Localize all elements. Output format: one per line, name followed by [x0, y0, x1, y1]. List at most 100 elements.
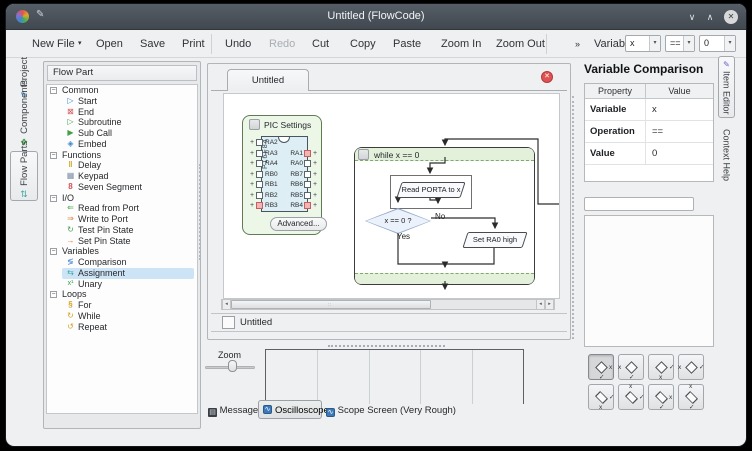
maximize-button[interactable]: ∧ — [702, 9, 718, 25]
chevron-down-icon[interactable]: ▾ — [724, 36, 735, 51]
pin-rb3[interactable] — [256, 202, 263, 209]
toolbar-overflow-icon[interactable]: » — [575, 36, 580, 52]
vertical-splitter[interactable] — [572, 96, 574, 339]
decision-layout-button-2[interactable]: x ✓ — [618, 354, 644, 380]
zoom-in-button[interactable]: Zoom In — [441, 36, 481, 52]
redo-button[interactable]: Redo — [269, 36, 295, 52]
tree-item-while[interactable]: ↻While — [47, 311, 197, 322]
advanced-button[interactable]: Advanced... — [270, 217, 327, 231]
zoom-slider-thumb[interactable] — [228, 360, 237, 372]
decision-layout-button-4[interactable]: x ✓ — [678, 354, 704, 380]
collapse-button[interactable] — [249, 119, 260, 130]
collapse-icon[interactable]: − — [50, 152, 57, 159]
print-button[interactable]: Print — [182, 36, 205, 52]
collapse-icon[interactable]: − — [50, 195, 57, 202]
decision-layout-button-6[interactable]: x ✓ — [618, 384, 644, 410]
tree-group-loops[interactable]: −Loops — [47, 289, 197, 300]
save-button[interactable]: Save — [140, 36, 165, 52]
document-tab[interactable]: Untitled (FlowCode) — [227, 69, 309, 91]
decision-node[interactable]: x == 0 ? — [365, 208, 431, 234]
scroll-left-icon[interactable]: ◂ — [536, 300, 545, 309]
collapse-button[interactable] — [358, 149, 369, 160]
pin-ra3[interactable] — [256, 150, 263, 157]
pin-ra4[interactable] — [256, 160, 263, 167]
title-bar[interactable]: ✎ Untitled (FlowCode) ∨ ∧ ✕ — [6, 4, 746, 30]
vertical-splitter[interactable] — [199, 164, 201, 260]
set-ra0-node[interactable]: Set RA0 high — [465, 232, 525, 248]
tab-context-help[interactable]: Context Help — [718, 129, 735, 184]
tab-scope-screen[interactable]: ∿ Scope Screen (Very Rough) — [326, 405, 456, 417]
tab-close-icon[interactable]: ✕ — [541, 71, 553, 83]
tree-item-end[interactable]: ⊠End — [47, 107, 197, 118]
tree-item-read-from-port[interactable]: ⇐Read from Port — [47, 203, 197, 214]
decision-layout-button-1[interactable]: x ✓ — [588, 354, 614, 380]
property-value[interactable]: 0 — [646, 143, 713, 164]
tree-item-repeat[interactable]: ↺Repeat — [47, 322, 197, 333]
decision-layout-button-5[interactable]: x ✓ — [588, 384, 614, 410]
tree-item-subroutine[interactable]: ▷Subroutine — [47, 117, 197, 128]
decision-layout-button-3[interactable]: x ✓ — [648, 354, 674, 380]
pic-settings-box[interactable]: PIC Settings P16F84 +RA2 +RA3 +RA4 +RB0 … — [242, 115, 322, 235]
property-value[interactable]: x — [646, 99, 713, 120]
tree-item-sub-call[interactable]: ▶Sub Call — [47, 128, 197, 139]
collapse-icon[interactable]: − — [50, 291, 57, 298]
tree-group-common[interactable]: −Common — [47, 85, 197, 96]
horizontal-splitter[interactable] — [328, 345, 445, 347]
variable-select[interactable]: x ▾ — [625, 35, 661, 52]
tree-item-assignment[interactable]: ⇆Assignment — [47, 268, 197, 279]
chevron-down-icon[interactable]: ▾ — [649, 36, 660, 51]
decision-layout-button-7[interactable]: x ✓ — [648, 384, 674, 410]
tree-item-for[interactable]: §For — [47, 300, 197, 311]
value-select[interactable]: 0 ▾ — [699, 35, 736, 52]
pin-rb7[interactable] — [304, 171, 311, 178]
inspector-input[interactable] — [584, 197, 694, 211]
tree-item-comparison[interactable]: ≶Comparison — [47, 257, 197, 268]
tab-flow-parts[interactable]: Flow Parts ⇅ — [10, 151, 38, 201]
minimize-button[interactable]: ∨ — [684, 9, 700, 25]
canvas-hscrollbar[interactable]: ◂ ∷ ◂ ▸ — [221, 299, 555, 310]
tree-item-unary[interactable]: x¹Unary — [47, 279, 197, 290]
pin-rb6[interactable] — [304, 181, 311, 188]
copy-button[interactable]: Copy — [350, 36, 376, 52]
tree-item-start[interactable]: ▷Start — [47, 96, 197, 107]
paste-button[interactable]: Paste — [393, 36, 421, 52]
tree-group-functions[interactable]: −Functions — [47, 150, 197, 161]
collapse-icon[interactable]: − — [50, 87, 57, 94]
pin-rb0[interactable] — [256, 171, 263, 178]
cut-button[interactable]: Cut — [312, 36, 329, 52]
operation-select[interactable]: == ▾ — [665, 35, 695, 52]
open-button[interactable]: Open — [96, 36, 123, 52]
tree-group-variables[interactable]: −Variables — [47, 246, 197, 257]
pin-rb2[interactable] — [256, 192, 263, 199]
tab-item-editor[interactable]: ✎ Item Editor — [718, 56, 735, 118]
decision-layout-button-8[interactable]: x ✓ — [678, 384, 704, 410]
read-porta-node[interactable]: Read PORTA to x — [399, 182, 463, 198]
tree-group-io[interactable]: −I/O — [47, 193, 197, 204]
pin-rb4[interactable] — [304, 202, 311, 209]
tree-item-delay[interactable]: ‖Delay — [47, 160, 197, 171]
pin-ra1[interactable] — [304, 150, 311, 157]
chevron-down-icon[interactable]: ▾ — [683, 36, 694, 51]
tree-item-seven-segment[interactable]: 8Seven Segment — [47, 182, 197, 193]
tab-messages[interactable]: ▤ Messages — [208, 405, 263, 417]
scroll-left-icon[interactable]: ◂ — [222, 300, 231, 309]
property-value[interactable]: == — [646, 121, 713, 142]
tree-item-set-pin-state[interactable]: →Set Pin State — [47, 236, 197, 247]
tree-item-embed[interactable]: ◈Embed — [47, 139, 197, 150]
undo-button[interactable]: Undo — [225, 36, 251, 52]
pin-ra0[interactable] — [304, 160, 311, 167]
new-file-dropdown-icon[interactable]: ▾ — [78, 36, 82, 52]
scrollbar-thumb[interactable]: ∷ — [231, 300, 431, 309]
collapse-icon[interactable]: − — [50, 248, 57, 255]
tree-item-write-to-port[interactable]: ⇒Write to Port — [47, 214, 197, 225]
close-button[interactable]: ✕ — [724, 10, 738, 24]
new-file-button[interactable]: New File — [32, 36, 75, 52]
status-checkbox[interactable] — [222, 316, 235, 329]
pin-ra2[interactable] — [256, 139, 263, 146]
pin-rb1[interactable] — [256, 181, 263, 188]
tree-item-test-pin-state[interactable]: ↻Test Pin State — [47, 225, 197, 236]
tab-oscilloscope[interactable]: ∿ Oscilloscope — [258, 400, 322, 419]
scroll-right-icon[interactable]: ▸ — [545, 300, 554, 309]
inspector-listbox[interactable] — [584, 215, 714, 347]
pin-rb5[interactable] — [304, 192, 311, 199]
